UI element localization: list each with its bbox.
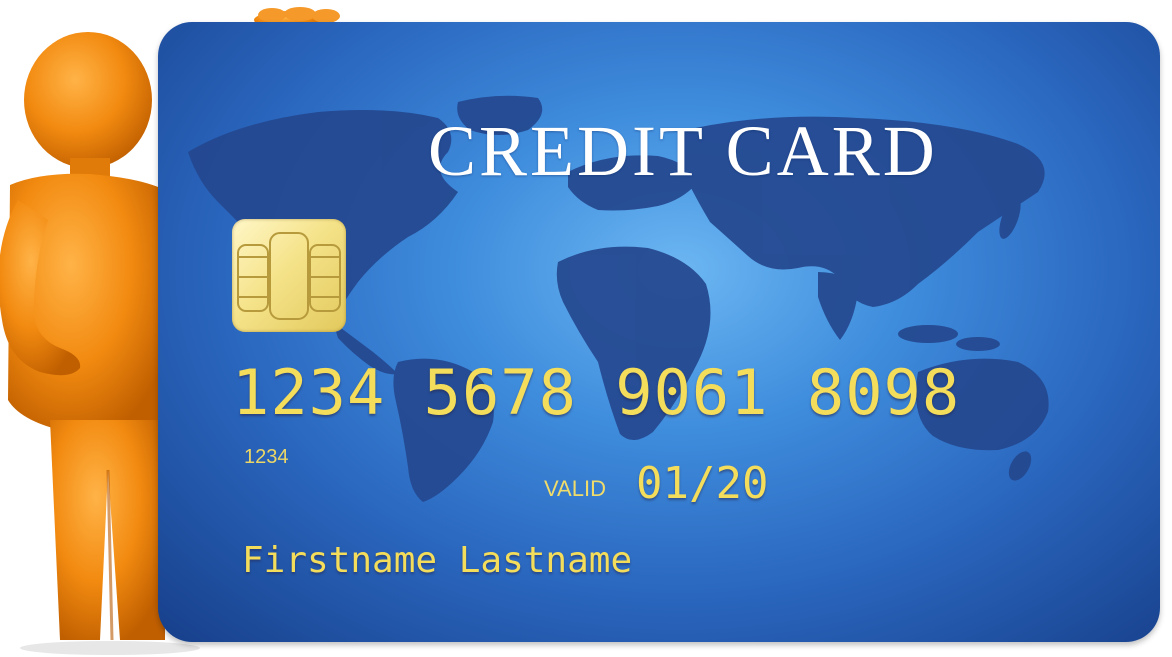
card-number: 1234 5678 9061 8098 <box>232 356 961 429</box>
card-title: CREDIT CARD <box>428 111 938 191</box>
valid-date: 01/20 <box>636 458 769 509</box>
cardholder-name: Firstname Lastname <box>242 540 633 581</box>
valid-label: VALID <box>544 476 606 501</box>
emv-chip-icon <box>232 219 346 332</box>
card-small-code: 1234 <box>244 446 289 468</box>
credit-card: CREDIT CARD 1234 5678 9061 8098 1234 VAL… <box>158 22 1160 642</box>
credit-card-scene: CREDIT CARD 1234 5678 9061 8098 1234 VAL… <box>0 0 1172 657</box>
